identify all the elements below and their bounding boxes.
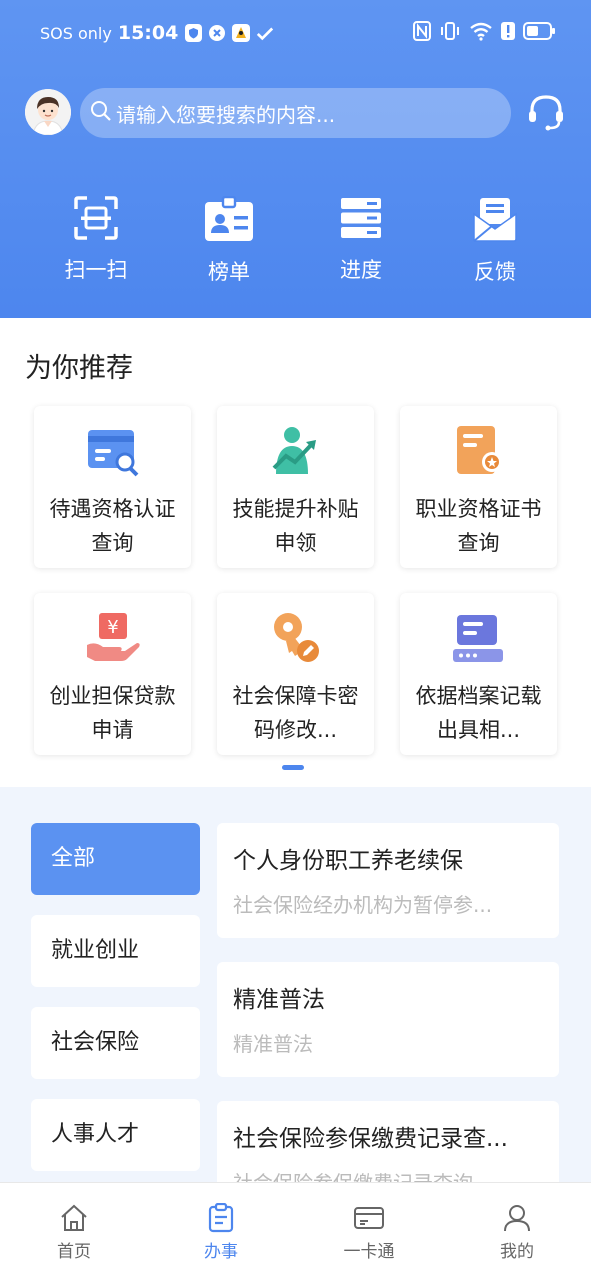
carousel-page-indicator [282, 765, 304, 770]
key-edit-icon [273, 613, 319, 662]
service-card-label: 依据档案记载出具相... [415, 684, 542, 742]
badge-list-icon [205, 196, 253, 241]
nfc-icon [413, 21, 431, 45]
quick-action-ranking[interactable]: 榜单 [169, 196, 289, 286]
quick-action-label: 榜单 [208, 260, 250, 284]
service-card[interactable]: 技能提升补贴申领 [217, 406, 374, 568]
bird-app-icon [232, 24, 251, 42]
service-card[interactable]: ¥ 创业担保贷款申请 [34, 593, 191, 755]
x-app-icon [208, 24, 226, 42]
service-browser: 全部 就业创业 社会保险 人事人才 个人身份职工养老续保 社会保险经办机构为暂停… [0, 787, 591, 1182]
user-icon [504, 1205, 530, 1232]
service-card-label: 技能提升补贴申领 [232, 497, 359, 555]
clock-time: 15:04 [117, 22, 179, 44]
carrier-text: SOS only [40, 23, 112, 43]
quick-action-feedback[interactable]: 反馈 [435, 196, 555, 286]
section-title: 为你推荐 [25, 353, 133, 384]
battery-icon [523, 22, 555, 44]
shield-app-icon [184, 24, 202, 42]
quick-action-label: 进度 [340, 258, 382, 282]
yuan-hand-icon: ¥ [86, 613, 140, 661]
archive-server-icon [452, 615, 503, 662]
bottom-nav: 首页 办事 一卡通 我的 [0, 1182, 591, 1280]
service-card[interactable]: 待遇资格认证查询 [34, 406, 191, 568]
category-personnel[interactable]: 人事人才 [31, 1099, 200, 1171]
home-icon [61, 1204, 87, 1231]
search-placeholder: 请输入您要搜索的内容... [116, 102, 336, 127]
status-bar: SOS only 15:04 [0, 0, 591, 62]
alert-icon [501, 21, 515, 45]
service-card-label: 创业担保贷款申请 [49, 684, 176, 742]
service-card[interactable]: 职业资格证书查询 [400, 406, 557, 568]
nav-home[interactable]: 首页 [24, 1203, 124, 1262]
nav-label: 首页 [57, 1242, 91, 1262]
quick-action-progress[interactable]: 进度 [301, 196, 421, 284]
service-list-item[interactable]: 个人身份职工养老续保 社会保险经办机构为暂停参... [217, 823, 559, 938]
card-icon [354, 1207, 384, 1229]
service-card-label: 职业资格证书查询 [415, 497, 542, 555]
certificate-icon [456, 426, 502, 474]
service-card[interactable]: 依据档案记载出具相... [400, 593, 557, 755]
progress-server-icon [341, 198, 381, 238]
service-title: 精准普法 [233, 987, 325, 1013]
service-subtitle: 社会保险参保缴费记录查询 [233, 1167, 543, 1182]
service-subtitle: 精准普法 [233, 1032, 313, 1056]
category-all[interactable]: 全部 [31, 823, 200, 895]
quick-action-label: 扫一扫 [64, 258, 128, 282]
service-list-item[interactable]: 精准普法 精准普法 [217, 962, 559, 1077]
feedback-mail-icon [473, 198, 517, 242]
nav-services[interactable]: 办事 [171, 1203, 271, 1262]
vibrate-icon [439, 21, 461, 45]
quick-action-label: 反馈 [474, 260, 516, 284]
nav-label: 一卡通 [343, 1242, 395, 1262]
nav-mine[interactable]: 我的 [467, 1203, 567, 1262]
person-growth-icon [272, 427, 316, 474]
clipboard-icon [208, 1203, 234, 1233]
avatar[interactable] [25, 89, 71, 135]
nav-label: 办事 [204, 1242, 238, 1262]
service-subtitle: 社会保险经办机构为暂停参... [233, 893, 493, 917]
quick-action-scan[interactable]: 扫一扫 [36, 196, 156, 284]
svg-text:¥: ¥ [107, 617, 118, 638]
category-employment[interactable]: 就业创业 [31, 915, 200, 987]
nav-one-card[interactable]: 一卡通 [319, 1203, 419, 1262]
search-input[interactable]: 请输入您要搜索的内容... [80, 88, 511, 138]
check-app-icon [256, 24, 274, 42]
card-search-icon [87, 430, 138, 477]
service-list-item[interactable]: 社会保险参保缴费记录查... 社会保险参保缴费记录查询 [217, 1101, 559, 1182]
customer-service-headset-icon[interactable] [526, 92, 566, 132]
scan-icon [74, 196, 118, 240]
wifi-icon [469, 21, 493, 45]
service-card-label: 待遇资格认证查询 [49, 497, 176, 555]
service-card[interactable]: 社会保障卡密码修改... [217, 593, 374, 755]
nav-label: 我的 [500, 1242, 534, 1262]
service-title: 个人身份职工养老续保 [233, 848, 463, 874]
service-title: 社会保险参保缴费记录查... [233, 1126, 508, 1152]
search-icon [90, 100, 112, 126]
service-card-label: 社会保障卡密码修改... [232, 684, 359, 742]
category-social-insurance[interactable]: 社会保险 [31, 1007, 200, 1079]
